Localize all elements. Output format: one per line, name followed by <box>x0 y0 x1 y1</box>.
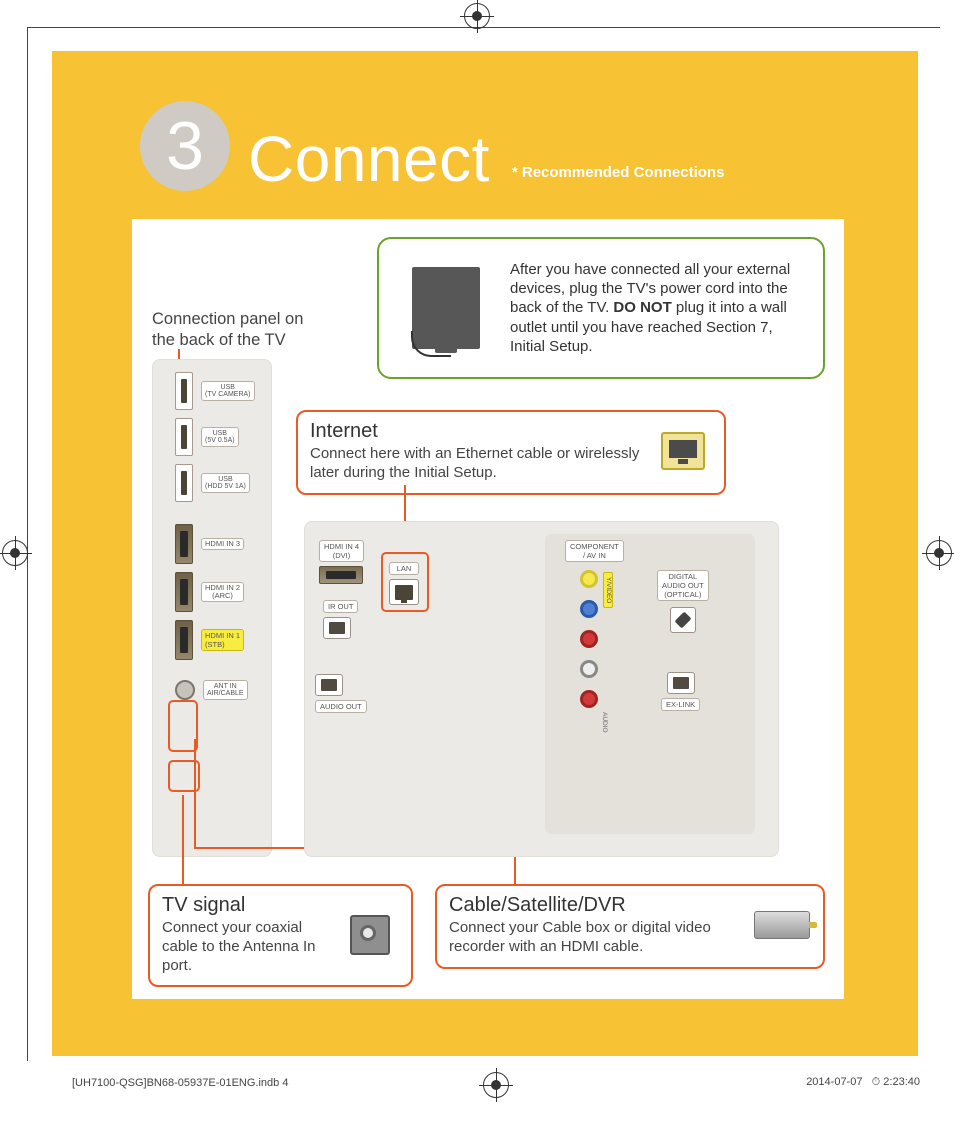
rca-red-port-icon <box>580 690 598 708</box>
rca-port-column <box>580 570 598 708</box>
hdmi-port-icon <box>175 620 193 660</box>
callout-internet: Internet Connect here with an Ethernet c… <box>296 410 726 495</box>
callout-body: Connect your Cable box or digital video … <box>449 919 743 957</box>
port-label: USB (HDD 5V 1A) <box>201 473 250 493</box>
port-label-highlighted: HDMI IN 1 (STB) <box>201 629 244 651</box>
rca-red-port-icon <box>580 630 598 648</box>
port-label: LAN <box>389 562 419 575</box>
port-label: USB (5V 0.5A) <box>201 427 239 447</box>
coax-port-icon <box>175 680 195 700</box>
vertical-port-panel: USB (TV CAMERA) USB (5V 0.5A) USB (HDD 5… <box>152 359 272 857</box>
step-number-badge: 3 <box>140 101 230 191</box>
audio-side-label: AUDIO <box>601 712 608 733</box>
registration-mark-icon <box>2 540 28 566</box>
page-title: Connect <box>248 127 490 191</box>
main-port-panel: HDMI IN 4 (DVI) IR OUT AUDIO OUT LAN <box>304 521 779 857</box>
page-panel: 3 Connect * Recommended Connections Conn… <box>52 51 918 1056</box>
connector-line <box>182 795 184 885</box>
callout-cable-satellite: Cable/Satellite/DVR Connect your Cable b… <box>435 884 825 969</box>
usb-port-icon <box>175 418 193 456</box>
sub-port-group <box>545 534 755 834</box>
registration-mark-icon <box>926 540 952 566</box>
exlink-port-icon <box>667 672 695 694</box>
port-label: HDMI IN 3 <box>201 538 244 551</box>
y-video-label: Y/VIDEO <box>603 572 613 608</box>
connector-line <box>194 739 196 847</box>
power-warning-box: After you have connected all your extern… <box>377 237 825 379</box>
rca-blue-port-icon <box>580 600 598 618</box>
port-label: IR OUT <box>323 600 358 613</box>
power-warning-text: After you have connected all your extern… <box>510 260 809 356</box>
page-header: 3 Connect * Recommended Connections <box>132 101 838 191</box>
content-panel: Connection panel on the back of the TV A… <box>132 219 844 999</box>
port-label: EX-LINK <box>661 698 700 711</box>
caption-connection-panel: Connection panel on the back of the TV <box>152 309 322 352</box>
port-label: HDMI IN 4 (DVI) <box>319 540 364 562</box>
hdmi-port-icon <box>175 524 193 564</box>
page-footer: [UH7100-QSG]BN68-05937E-01ENG.indb 4 201… <box>72 1076 920 1089</box>
tv-power-illustration <box>393 253 498 363</box>
hdmi-port-icon <box>175 572 193 612</box>
port-label: COMPONENT / AV IN <box>565 540 624 562</box>
page-subtitle: * Recommended Connections <box>512 164 725 181</box>
callout-heading: Cable/Satellite/DVR <box>449 894 743 917</box>
port-label: HDMI IN 2 (ARC) <box>201 582 244 603</box>
port-label: ANT IN AIR/CABLE <box>203 680 248 700</box>
usb-port-icon <box>175 372 193 410</box>
ethernet-port-icon <box>654 422 712 480</box>
registration-mark-icon <box>483 1072 509 1098</box>
port-label: DIGITAL AUDIO OUT (OPTICAL) <box>657 570 709 601</box>
audio-out-port-icon <box>315 674 343 696</box>
callout-tv-signal: TV signal Connect your coaxial cable to … <box>148 884 413 987</box>
set-top-box-icon <box>753 896 811 954</box>
callout-body: Connect here with an Ethernet cable or w… <box>310 445 644 483</box>
callout-heading: TV signal <box>162 894 331 917</box>
optical-port-icon <box>670 607 696 633</box>
rca-white-port-icon <box>580 660 598 678</box>
rca-yellow-port-icon <box>580 570 598 588</box>
footer-timestamp: 2014-07-07 ⏱ 2:23:40 <box>806 1076 920 1089</box>
registration-mark-icon <box>464 3 490 29</box>
ir-out-port-icon <box>323 617 351 639</box>
footer-filename: [UH7100-QSG]BN68-05937E-01ENG.indb 4 <box>72 1077 288 1089</box>
callout-body: Connect your coaxial cable to the Antenn… <box>162 919 331 975</box>
callout-heading: Internet <box>310 420 644 443</box>
hdmi-port-icon <box>319 566 363 584</box>
usb-port-icon <box>175 464 193 502</box>
port-label: USB (TV CAMERA) <box>201 381 255 401</box>
port-label: AUDIO OUT <box>315 700 367 713</box>
coax-connector-icon <box>341 906 399 964</box>
lan-port-icon <box>389 579 419 605</box>
